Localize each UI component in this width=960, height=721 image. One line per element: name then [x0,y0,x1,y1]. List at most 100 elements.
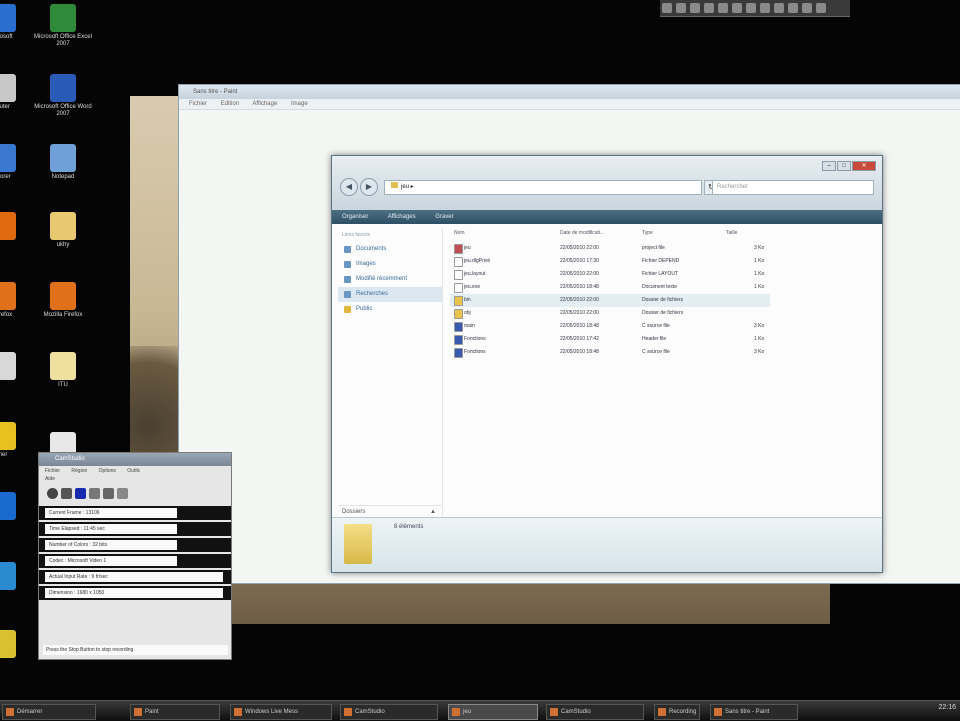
camera-icon[interactable] [103,488,114,499]
tray-icon[interactable] [816,3,826,13]
app-icon [50,352,76,380]
file-date: 22/05/2010 22:00 [560,271,599,277]
settings-icon[interactable] [89,488,100,499]
file-row[interactable]: main 22/05/2010 18:48 C source file 3 Ko [450,320,770,333]
forward-button[interactable]: ▶ [360,178,378,196]
desktop-icon[interactable]: ITU [28,352,98,389]
tray-icon[interactable] [662,3,672,13]
pause-icon[interactable] [61,488,72,499]
minimize-button[interactable]: – [822,161,836,171]
sidebar-item-public[interactable]: Public [338,302,442,317]
file-row[interactable]: Fonctions 22/05/2010 17:42 Header file 1 Ko [450,333,770,346]
file-size: 1 Ko [754,258,765,264]
address-bar[interactable]: jeu ▸ [384,180,702,195]
stat-text: Current Frame : 13106 [45,508,177,518]
tray-icon[interactable] [802,3,812,13]
tray-icon[interactable] [690,3,700,13]
desktop-icon[interactable] [0,630,38,660]
taskbar-button[interactable]: jeu [448,704,538,720]
explorer-window[interactable]: – □ ✕ ◀ ▶ jeu ▸ ↻ Rechercher Organiser Aff… [331,155,883,573]
desktop-icon[interactable]: Notepad [28,144,98,181]
file-date: 22/05/2010 18:48 [560,349,599,355]
file-date: 22/05/2010 18:48 [560,284,599,290]
folder-icon [344,524,372,564]
taskbar-button[interactable]: Sans titre - Paint [710,704,798,720]
searches-icon [344,291,351,298]
recorder-toolbar [39,484,231,504]
app-icon [0,212,16,240]
taskbar-button-label: Windows Live Mess [245,709,299,715]
desktop-icon[interactable]: Microsoft Office Excel 2007 [28,4,98,48]
file-icon [454,270,463,280]
file-row[interactable]: jeu.layout 22/05/2010 22:00 Fichier LAYOUT… [450,268,770,281]
menu-item[interactable]: Outils [127,468,140,474]
search-input[interactable]: Rechercher [712,180,874,195]
tray-icon[interactable] [704,3,714,13]
file-name: Fonctions [464,336,486,342]
file-name: jeu.dlgPrivé [464,258,491,264]
taskbar-button[interactable]: Windows Live Mess [230,704,332,720]
taskbar-button[interactable]: Recording [654,704,700,720]
tray-icon[interactable] [676,3,686,13]
app-icon [658,708,666,716]
tray-icon[interactable] [760,3,770,13]
file-row[interactable]: jeu.exe 22/05/2010 18:48 Document texte 1 K… [450,281,770,294]
taskbar-button[interactable]: CamStudio [546,704,644,720]
explorer-chrome: – □ ✕ ◀ ▶ jeu ▸ ↻ Rechercher [332,156,882,210]
sidebar-item-documents[interactable]: Documents [338,242,442,257]
taskbar-button[interactable]: Paint [130,704,220,720]
stat-line: Current Frame : 13106 [39,506,231,520]
column-name[interactable]: Nom [454,230,465,236]
recorder-window[interactable]: CamStudio Fichier Région Options Outils … [38,452,232,660]
tray-icon[interactable] [774,3,784,13]
tray-icon[interactable] [746,3,756,13]
menu-item[interactable]: Options [99,468,116,474]
stat-text: Codec : Microsoft Video 1 [45,556,177,566]
close-button[interactable]: ✕ [852,161,876,171]
desktop-icon[interactable] [0,562,38,592]
region-icon[interactable] [117,488,128,499]
file-row[interactable]: jeu 22/05/2010 22:00 project file 3 Ko [450,242,770,255]
stat-line: Number of Colors : 32 bits [39,538,231,552]
tray-icon[interactable] [732,3,742,13]
record-icon[interactable] [47,488,58,499]
column-size[interactable]: Taille [726,230,737,236]
recorder-help-menu[interactable]: Aide [39,476,231,484]
menu-item-edit[interactable]: Edition [221,101,239,107]
app-icon [0,74,16,102]
desktop-icon[interactable]: Mozilla Firefox [28,282,98,319]
burn-button[interactable]: Graver [435,214,453,220]
file-row[interactable]: obj 22/05/2010 22:00 Dossier de fichiers [450,307,770,320]
taskbar-button[interactable]: CamStudio [340,704,438,720]
column-type[interactable]: Type [642,230,653,236]
app-icon [452,708,460,716]
back-button[interactable]: ◀ [340,178,358,196]
file-row[interactable]: jeu.dlgPrivé 22/05/2010 17:30 Fichier DEPE… [450,255,770,268]
sidebar-item-searches[interactable]: Recherches [338,287,442,302]
file-type: project file [642,245,665,251]
menu-item-view[interactable]: Affichage [252,101,277,107]
menu-item[interactable]: Région [71,468,87,474]
tray-icon[interactable] [718,3,728,13]
maximize-button[interactable]: □ [837,161,851,171]
file-row[interactable]: Fonctions 22/05/2010 18:48 C source file 3 … [450,346,770,359]
desktop-icon[interactable] [0,492,38,522]
menu-item-file[interactable]: Fichier [189,101,207,107]
tray-icon[interactable] [788,3,798,13]
file-row[interactable]: bin 22/05/2010 22:00 Dossier de fichiers [450,294,770,307]
menu-item[interactable]: Fichier [45,468,60,474]
desktop-icon[interactable]: ukhy [28,212,98,249]
sidebar-item-recent[interactable]: Modifié récemment [338,272,442,287]
taskbar-button[interactable]: Démarrer [2,704,96,720]
column-date[interactable]: Date de modificati... [560,230,604,236]
app-icon [50,144,76,172]
stop-icon[interactable] [75,488,86,499]
clock: 22:16 [938,704,956,711]
menu-item-image[interactable]: Image [291,101,308,107]
desktop-icon[interactable]: Microsoft Office Word 2007 [28,74,98,118]
organize-button[interactable]: Organiser [342,214,368,220]
app-icon [134,708,142,716]
views-button[interactable]: Affichages [388,214,416,220]
navigation-pane: Liens favoris Documents Images Modifié r… [338,228,443,518]
sidebar-item-images[interactable]: Images [338,257,442,272]
